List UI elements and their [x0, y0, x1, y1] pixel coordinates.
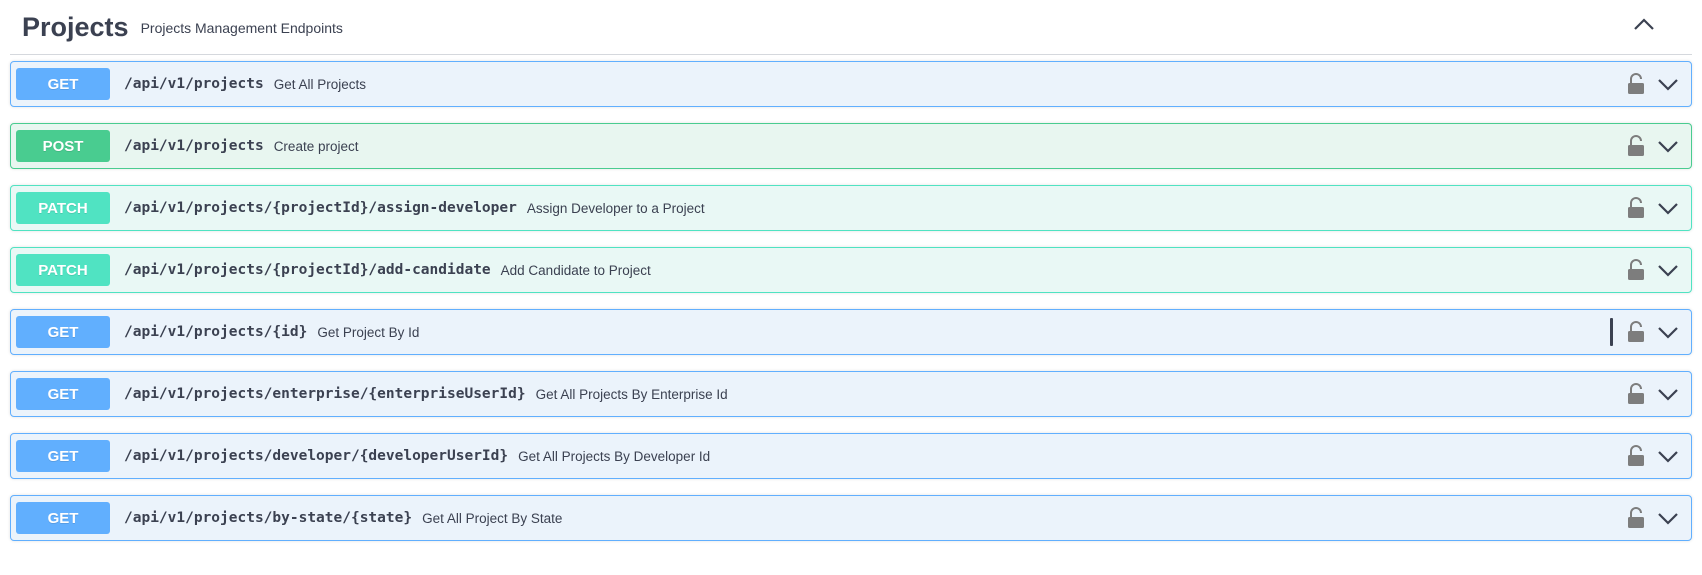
operation-path: /api/v1/projects [124, 76, 264, 92]
operation-patch-assign-developer[interactable]: PATCH /api/v1/projects/{projectId}/assig… [10, 185, 1692, 231]
lock-icon[interactable] [1627, 134, 1647, 158]
text-cursor [1610, 318, 1613, 346]
operation-get-projects[interactable]: GET /api/v1/projects Get All Projects [10, 61, 1692, 107]
operation-path: /api/v1/projects/by-state/{state} [124, 510, 413, 526]
method-badge: POST [16, 130, 110, 162]
chevron-up-icon[interactable] [1628, 8, 1660, 40]
lock-icon[interactable] [1627, 382, 1647, 406]
method-badge: GET [16, 502, 110, 534]
chevron-down-icon[interactable] [1657, 382, 1681, 406]
operation-summary: Create project [273, 138, 359, 154]
lock-icon[interactable] [1627, 196, 1647, 220]
method-badge: GET [16, 316, 110, 348]
chevron-down-icon[interactable] [1657, 196, 1681, 220]
operation-path: /api/v1/projects/developer/{developerUse… [124, 448, 509, 464]
method-badge: GET [16, 378, 110, 410]
method-badge: GET [16, 68, 110, 100]
operation-get-project-by-id[interactable]: GET /api/v1/projects/{id} Get Project By… [10, 309, 1692, 355]
operation-summary: Get All Projects [273, 76, 366, 92]
operation-path: /api/v1/projects/{projectId}/add-candida… [124, 262, 491, 278]
lock-icon[interactable] [1627, 444, 1647, 468]
operation-summary: Assign Developer to a Project [526, 200, 705, 216]
operation-path: /api/v1/projects/{id} [124, 324, 308, 340]
tag-header[interactable]: Projects Projects Management Endpoints [10, 0, 1692, 55]
tag-title[interactable]: Projects [22, 12, 129, 43]
lock-icon[interactable] [1627, 320, 1647, 344]
method-badge: PATCH [16, 254, 110, 286]
lock-icon[interactable] [1627, 258, 1647, 282]
chevron-down-icon[interactable] [1657, 258, 1681, 282]
operation-post-projects[interactable]: POST /api/v1/projects Create project [10, 123, 1692, 169]
operation-path: /api/v1/projects/{projectId}/assign-deve… [124, 200, 517, 216]
operation-get-projects-by-enterprise[interactable]: GET /api/v1/projects/enterprise/{enterpr… [10, 371, 1692, 417]
operation-get-projects-by-state[interactable]: GET /api/v1/projects/by-state/{state} Ge… [10, 495, 1692, 541]
tag-description: Projects Management Endpoints [140, 20, 343, 36]
operation-get-projects-by-developer[interactable]: GET /api/v1/projects/developer/{develope… [10, 433, 1692, 479]
chevron-down-icon[interactable] [1657, 444, 1681, 468]
operation-path: /api/v1/projects/enterprise/{enterpriseU… [124, 386, 526, 402]
chevron-down-icon[interactable] [1657, 320, 1681, 344]
method-badge: PATCH [16, 192, 110, 224]
operation-path: /api/v1/projects [124, 138, 264, 154]
lock-icon[interactable] [1627, 72, 1647, 96]
operation-summary: Get All Projects By Enterprise Id [535, 386, 728, 402]
operation-summary: Get Project By Id [317, 324, 420, 340]
chevron-down-icon[interactable] [1657, 72, 1681, 96]
lock-icon[interactable] [1627, 506, 1647, 530]
operation-patch-add-candidate[interactable]: PATCH /api/v1/projects/{projectId}/add-c… [10, 247, 1692, 293]
operation-summary: Add Candidate to Project [500, 262, 651, 278]
method-badge: GET [16, 440, 110, 472]
operation-summary: Get All Projects By Developer Id [518, 448, 711, 464]
operations-list: GET /api/v1/projects Get All Projects PO… [10, 61, 1692, 541]
operation-summary: Get All Project By State [422, 510, 563, 526]
chevron-down-icon[interactable] [1657, 134, 1681, 158]
chevron-down-icon[interactable] [1657, 506, 1681, 530]
